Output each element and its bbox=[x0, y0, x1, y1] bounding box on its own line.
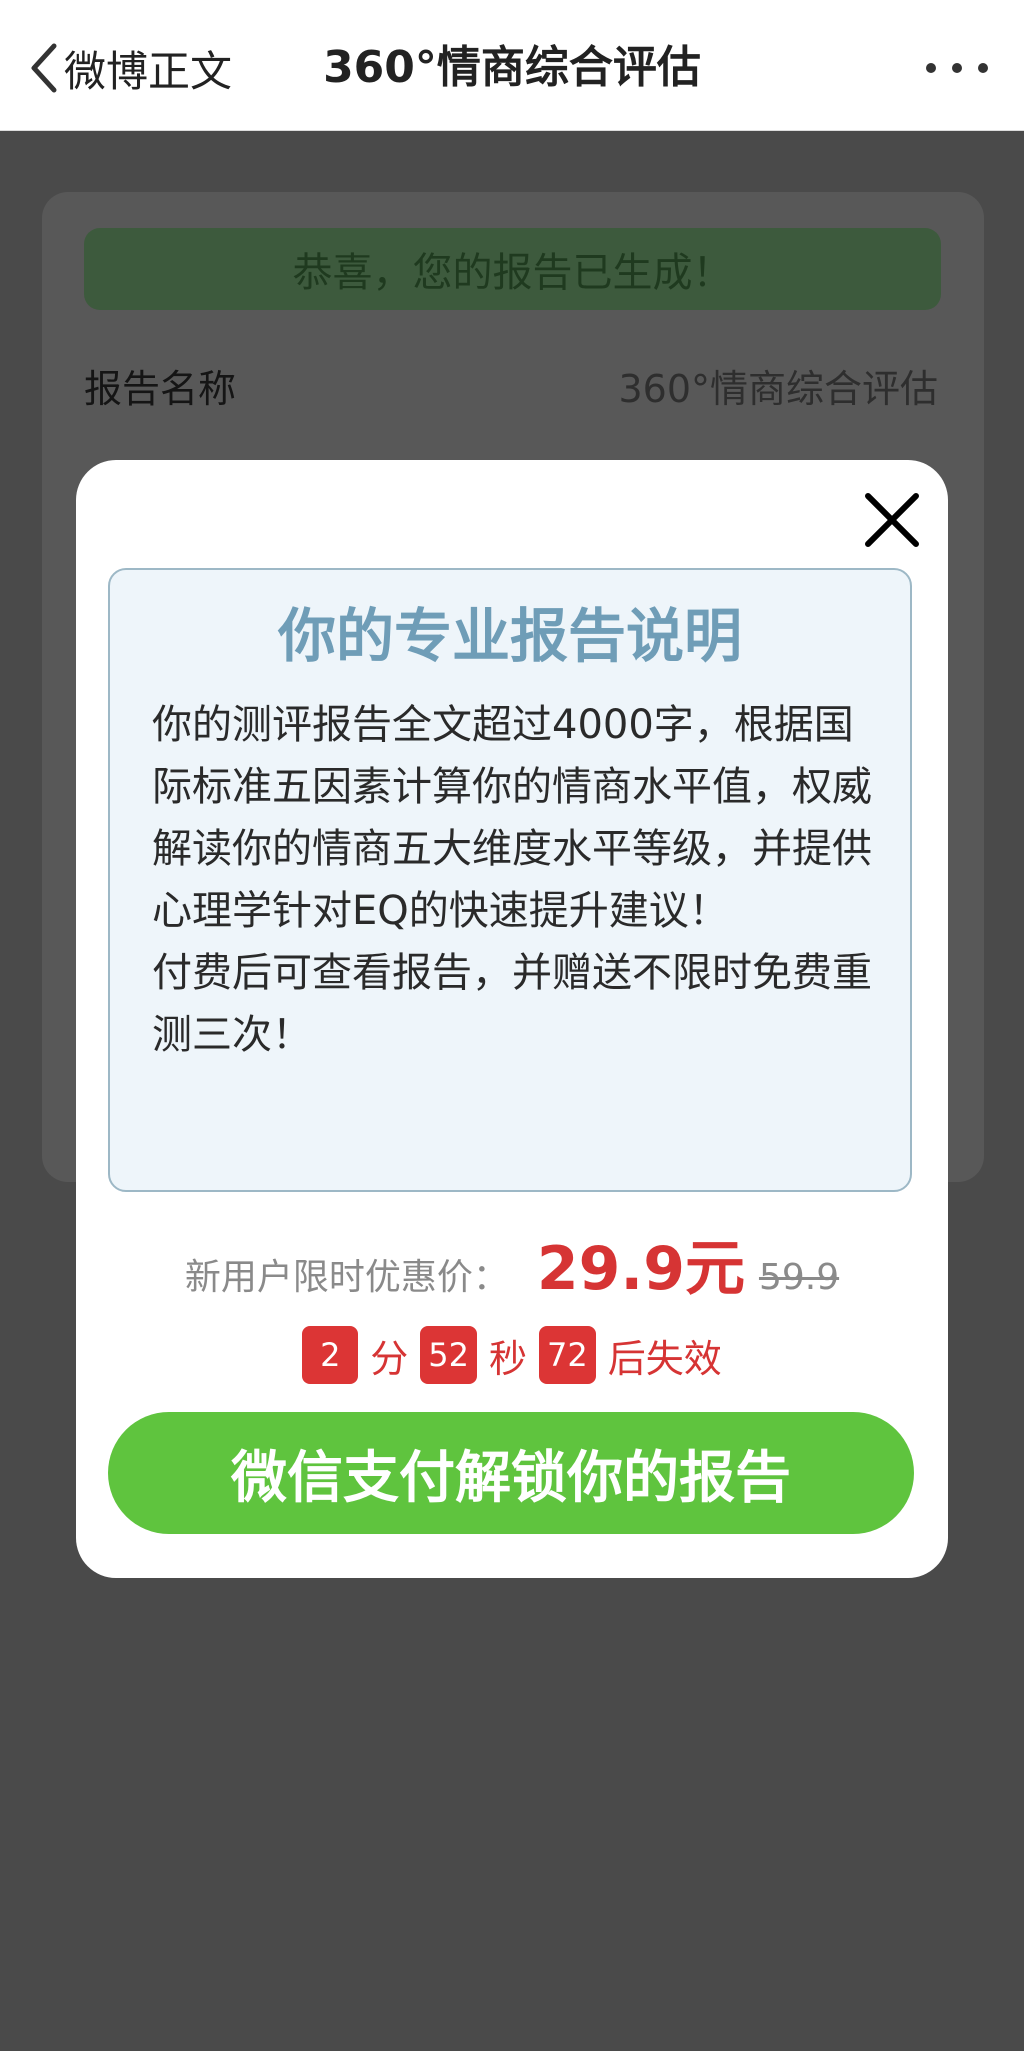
dot bbox=[952, 63, 962, 73]
countdown-seconds-unit: 秒 bbox=[488, 1336, 527, 1381]
wechat-pay-button[interactable]: 微信支付解锁你的报告 bbox=[108, 1412, 914, 1534]
report-name-value: 360°情商综合评估 bbox=[618, 367, 938, 411]
info-paragraph: 你的测评报告全文超过4000字，根据国际标准五因素计算你的情商水平值，权威解读你… bbox=[152, 702, 872, 934]
dot bbox=[978, 63, 988, 73]
countdown-timer: 2 分 52 秒 72 后失效 bbox=[76, 1326, 948, 1384]
countdown-ms: 72 bbox=[539, 1326, 596, 1384]
success-banner: 恭喜，您的报告已生成！ bbox=[84, 228, 941, 310]
countdown-minutes-unit: 分 bbox=[370, 1336, 409, 1381]
close-icon[interactable] bbox=[854, 482, 930, 558]
price-label: 新用户限时优惠价： bbox=[184, 1257, 509, 1298]
original-price: 59.9 bbox=[758, 1257, 840, 1298]
countdown-seconds: 52 bbox=[420, 1326, 477, 1384]
close-x-glyph bbox=[865, 493, 919, 547]
report-name-label: 报告名称 bbox=[84, 367, 237, 411]
navigation-bar: 微博正文 360°情商综合评估 bbox=[0, 0, 1024, 131]
page-title: 360°情商综合评估 bbox=[323, 42, 701, 93]
dot bbox=[926, 63, 936, 73]
info-body: 你的测评报告全文超过4000字，根据国际标准五因素计算你的情商水平值，权威解读你… bbox=[152, 694, 882, 1066]
discount-price: 29.9元 bbox=[536, 1234, 745, 1304]
info-paragraph: 付费后可查看报告，并赠送不限时免费重测三次！ bbox=[152, 950, 872, 1058]
price-row: 新用户限时优惠价： 29.9元 59.9 bbox=[76, 1220, 948, 1304]
countdown-suffix: 后失效 bbox=[607, 1336, 722, 1381]
payment-modal: 你的专业报告说明 你的测评报告全文超过4000字，根据国际标准五因素计算你的情商… bbox=[76, 460, 948, 1578]
info-title: 你的专业报告说明 bbox=[277, 602, 742, 670]
more-dots-icon[interactable] bbox=[926, 56, 988, 80]
countdown-minutes: 2 bbox=[302, 1326, 359, 1384]
report-info-box: 你的专业报告说明 你的测评报告全文超过4000字，根据国际标准五因素计算你的情商… bbox=[108, 568, 912, 1192]
